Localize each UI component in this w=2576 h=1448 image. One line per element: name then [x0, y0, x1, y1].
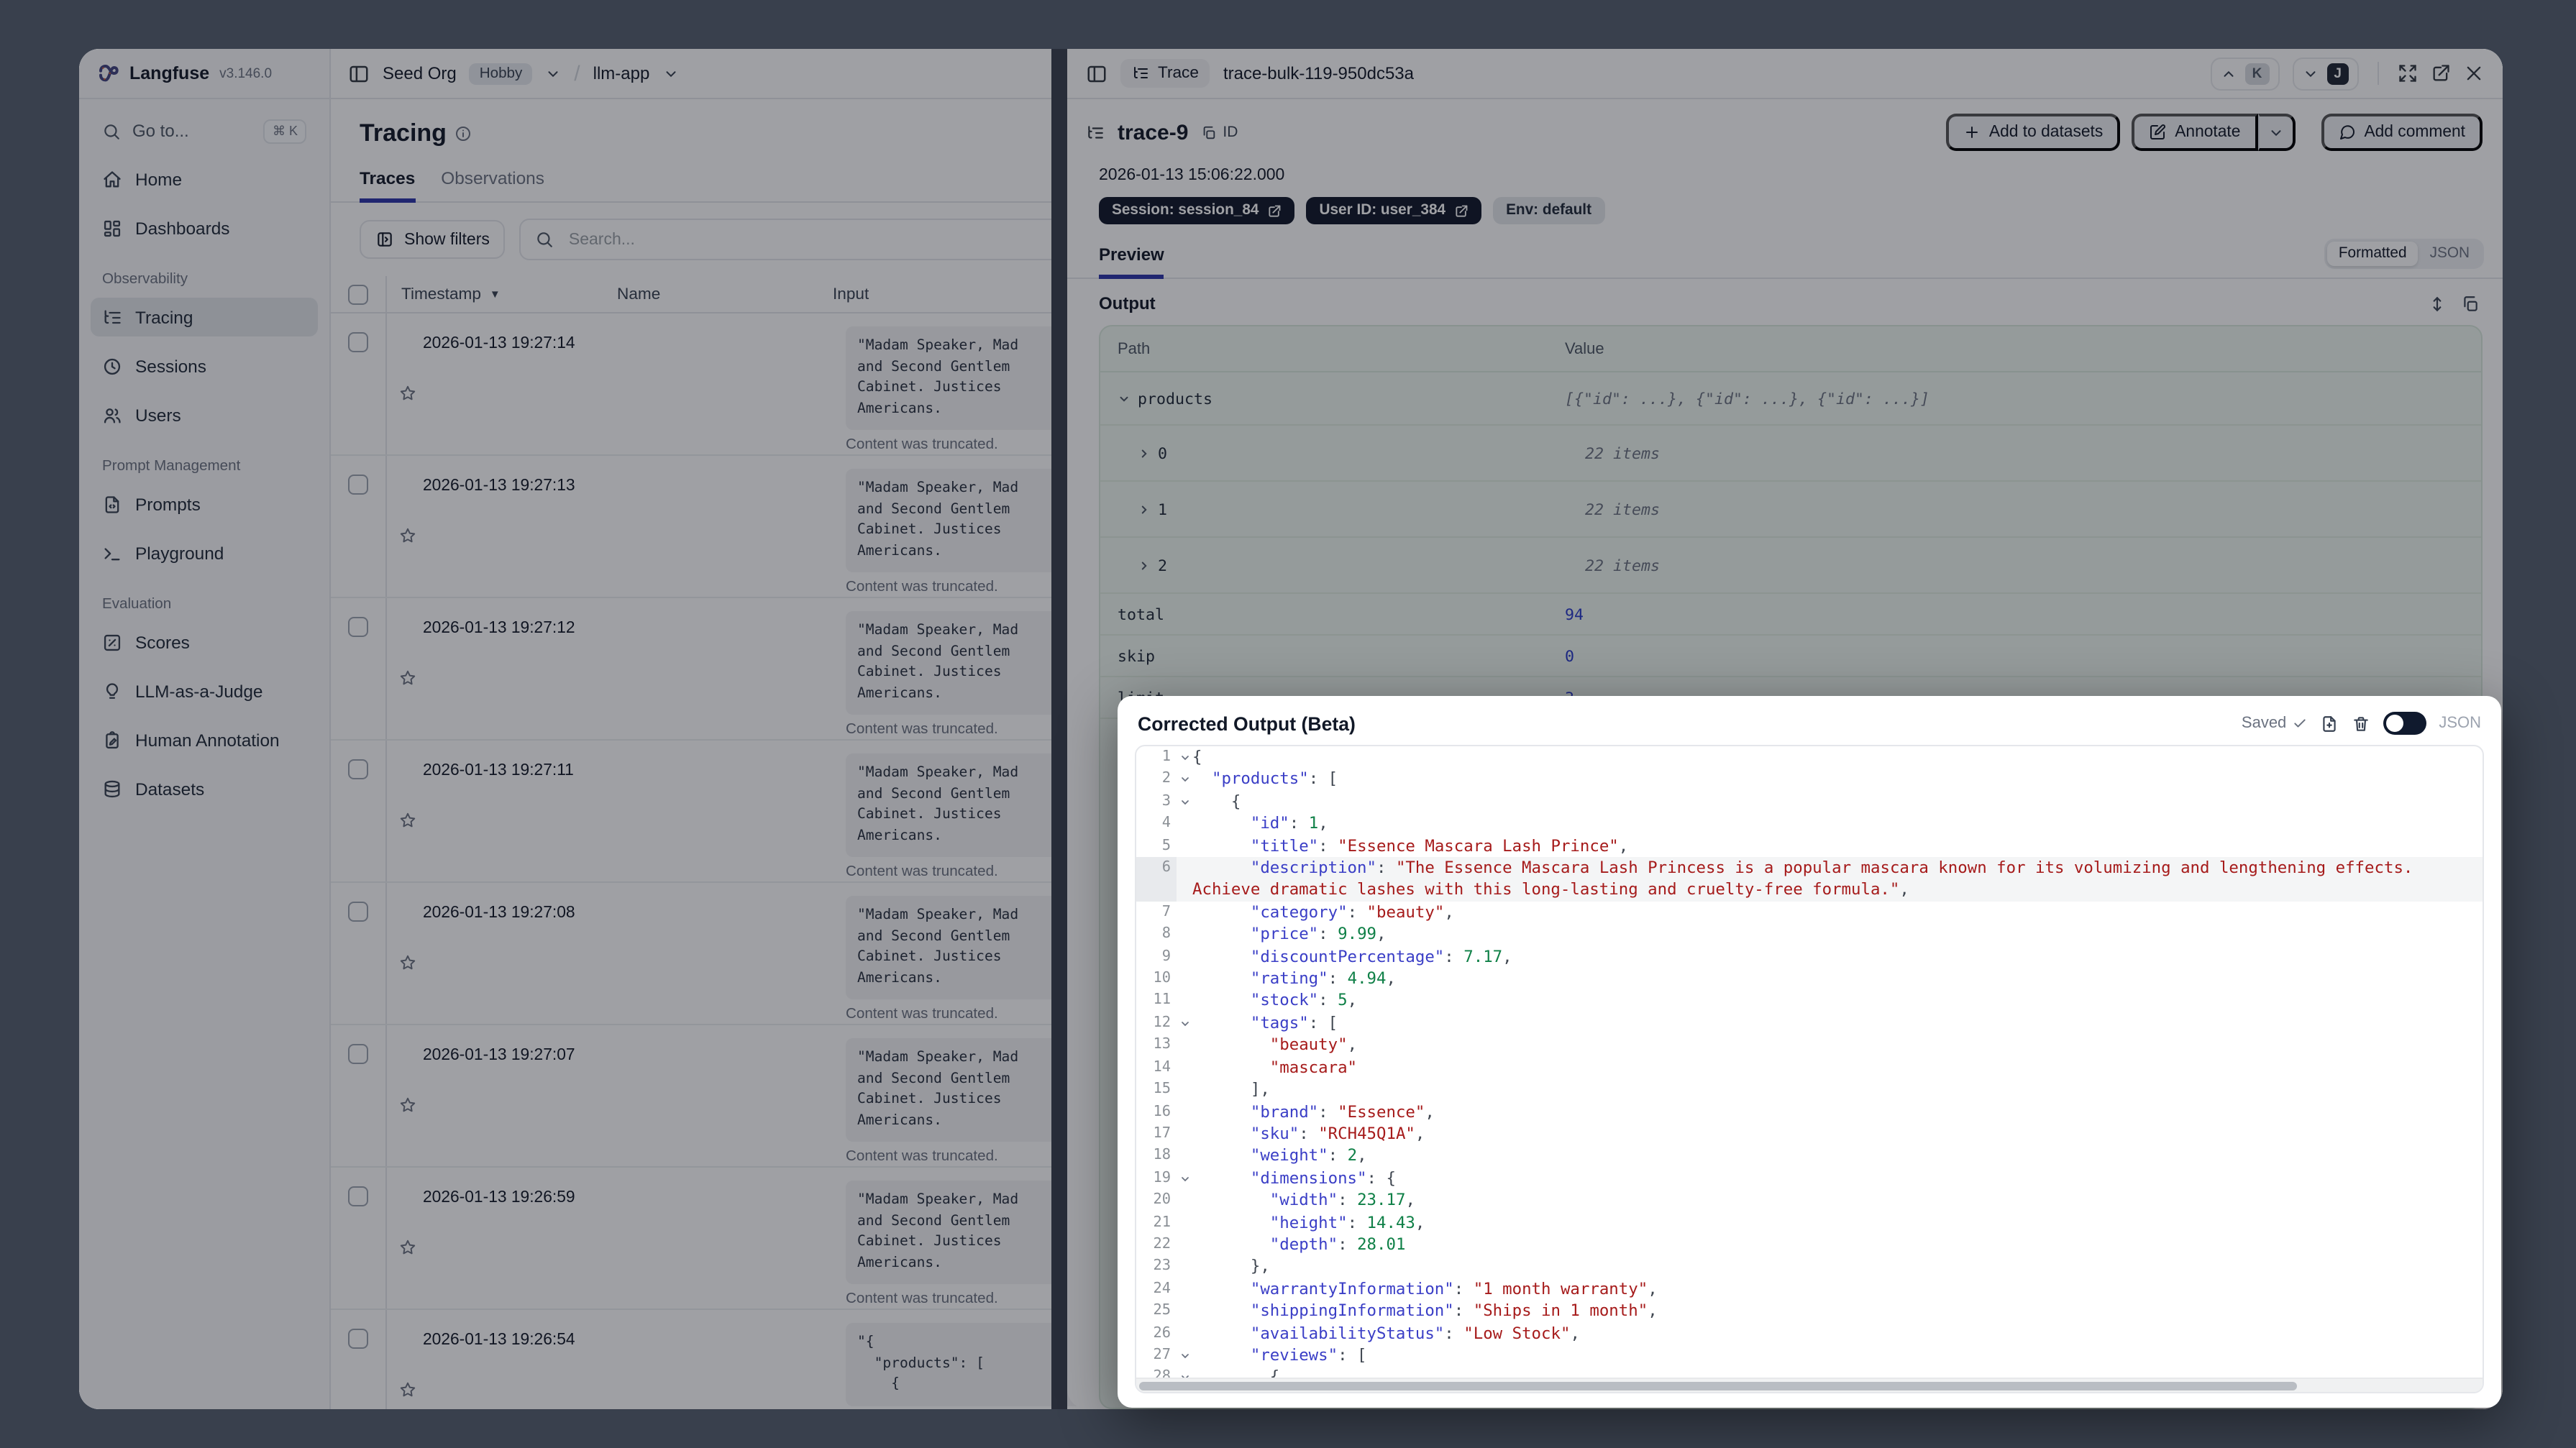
check-icon	[2292, 716, 2306, 730]
line-number: 7	[1161, 904, 1171, 920]
fold-toggle-icon	[1177, 1234, 1192, 1256]
line-number: 13	[1153, 1037, 1171, 1053]
line-number: 22	[1153, 1236, 1171, 1252]
fold-toggle-icon	[1177, 1145, 1192, 1168]
fold-toggle-icon	[1177, 812, 1192, 835]
horizontal-scrollbar[interactable]	[1136, 1378, 2483, 1392]
fold-toggle-icon	[1177, 945, 1192, 968]
line-number: 26	[1153, 1325, 1171, 1342]
line-number: 23	[1153, 1258, 1171, 1275]
fold-toggle-icon	[1177, 1189, 1192, 1211]
code-line-20[interactable]: 20 "width": 23.17,	[1136, 1189, 2483, 1211]
fold-toggle-icon[interactable]	[1177, 1012, 1192, 1035]
line-number: 19	[1153, 1170, 1171, 1186]
line-number: 9	[1161, 948, 1171, 965]
line-number: 14	[1153, 1059, 1171, 1076]
line-number: 8	[1161, 926, 1171, 943]
corrected-output-title: Corrected Output (Beta)	[1138, 712, 1356, 734]
fold-toggle-icon	[1177, 835, 1192, 857]
code-line-13[interactable]: 13 "beauty",	[1136, 1035, 2483, 1057]
fold-toggle-icon[interactable]	[1177, 791, 1192, 813]
code-line-23[interactable]: 23 },	[1136, 1256, 2483, 1278]
line-number: 18	[1153, 1147, 1171, 1164]
json-editor[interactable]: 1{2 "products": [3 {4 "id": 1, 5 "title":…	[1135, 745, 2484, 1393]
code-line-16[interactable]: 16 "brand": "Essence",	[1136, 1101, 2483, 1123]
line-number: 21	[1153, 1214, 1171, 1231]
code-line-3[interactable]: 3 {	[1136, 791, 2483, 813]
code-line-19[interactable]: 19 "dimensions": {	[1136, 1167, 2483, 1189]
fold-toggle-icon	[1177, 990, 1192, 1012]
fold-toggle-icon	[1177, 1056, 1192, 1078]
code-line-24[interactable]: 24 "warrantyInformation": "1 month warra…	[1136, 1278, 2483, 1301]
code-line-5[interactable]: 5 "title": "Essence Mascara Lash Prince"…	[1136, 835, 2483, 857]
fold-toggle-icon	[1177, 1278, 1192, 1301]
code-line-11[interactable]: 11 "stock": 5,	[1136, 990, 2483, 1012]
line-number: 24	[1153, 1280, 1171, 1297]
line-number: 12	[1153, 1014, 1171, 1031]
code-line-14[interactable]: 14 "mascara"	[1136, 1056, 2483, 1078]
line-number: 6	[1136, 857, 1177, 902]
line-number: 1	[1161, 749, 1171, 765]
line-number: 5	[1161, 838, 1171, 854]
fold-toggle-icon	[1177, 1211, 1192, 1234]
fold-toggle-icon[interactable]	[1177, 1367, 1192, 1378]
line-number: 2	[1161, 771, 1171, 787]
code-line-8[interactable]: 8 "price": 9.99,	[1136, 924, 2483, 946]
fold-toggle-icon	[1177, 1101, 1192, 1123]
fold-toggle-icon	[1177, 968, 1192, 990]
json-toggle[interactable]	[2383, 712, 2426, 735]
code-line-21[interactable]: 21 "height": 14.43,	[1136, 1211, 2483, 1234]
code-line-26[interactable]: 26 "availabilityStatus": "Low Stock",	[1136, 1322, 2483, 1344]
fold-toggle-icon	[1177, 1322, 1192, 1344]
code-line-12[interactable]: 12 "tags": [	[1136, 1012, 2483, 1035]
code-line-7[interactable]: 7 "category": "beauty",	[1136, 902, 2483, 924]
line-number: 3	[1161, 793, 1171, 810]
line-number: 28	[1153, 1369, 1171, 1378]
code-line-25[interactable]: 25 "shippingInformation": "Ships in 1 mo…	[1136, 1300, 2483, 1322]
line-number: 25	[1153, 1303, 1171, 1319]
code-line-28[interactable]: 28 {	[1136, 1367, 2483, 1378]
line-number: 27	[1153, 1347, 1171, 1363]
code-line-18[interactable]: 18 "weight": 2,	[1136, 1145, 2483, 1168]
code-line-9[interactable]: 9 "discountPercentage": 7.17,	[1136, 945, 2483, 968]
code-line-4[interactable]: 4 "id": 1,	[1136, 812, 2483, 835]
code-line-27[interactable]: 27 "reviews": [	[1136, 1344, 2483, 1367]
fold-toggle-icon	[1177, 1300, 1192, 1322]
fold-toggle-icon[interactable]	[1177, 1344, 1192, 1367]
fold-toggle-icon	[1177, 902, 1192, 924]
line-number: 20	[1153, 1192, 1171, 1209]
line-number: 11	[1153, 992, 1171, 1009]
saved-status: Saved	[2242, 715, 2306, 732]
fold-toggle-icon	[1177, 1256, 1192, 1278]
screen: Langfuse v3.146.0 Go to... ⌘ K Home Dashb…	[0, 0, 2576, 1448]
line-number: 4	[1161, 815, 1171, 832]
trash-icon[interactable]	[2351, 714, 2370, 733]
fold-toggle-icon	[1177, 1123, 1192, 1145]
fold-toggle-icon[interactable]	[1177, 1167, 1192, 1189]
fold-toggle-icon	[1177, 857, 1192, 902]
code-line-6[interactable]: 6 "description": "The Essence Mascara La…	[1136, 857, 2483, 902]
corrected-output-panel: Corrected Output (Beta) Saved JSON 1{2 "…	[1118, 696, 2501, 1408]
line-number: 10	[1153, 971, 1171, 987]
fold-toggle-icon	[1177, 1035, 1192, 1057]
line-number: 16	[1153, 1104, 1171, 1119]
save-file-icon[interactable]	[2319, 714, 2338, 733]
json-toggle-label: JSON	[2439, 715, 2481, 732]
line-number: 17	[1153, 1125, 1171, 1142]
code-line-10[interactable]: 10 "rating": 4.94,	[1136, 968, 2483, 990]
fold-toggle-icon[interactable]	[1177, 769, 1192, 791]
code-line-2[interactable]: 2 "products": [	[1136, 769, 2483, 791]
corrected-output-header: Corrected Output (Beta) Saved JSON	[1118, 696, 2501, 745]
code-line-15[interactable]: 15 ],	[1136, 1078, 2483, 1101]
fold-toggle-icon[interactable]	[1177, 746, 1192, 769]
fold-toggle-icon	[1177, 924, 1192, 946]
line-number: 15	[1153, 1081, 1171, 1098]
code-line-1[interactable]: 1{	[1136, 746, 2483, 769]
fold-toggle-icon	[1177, 1078, 1192, 1101]
code-line-17[interactable]: 17 "sku": "RCH45Q1A",	[1136, 1123, 2483, 1145]
code-line-22[interactable]: 22 "depth": 28.01	[1136, 1234, 2483, 1256]
